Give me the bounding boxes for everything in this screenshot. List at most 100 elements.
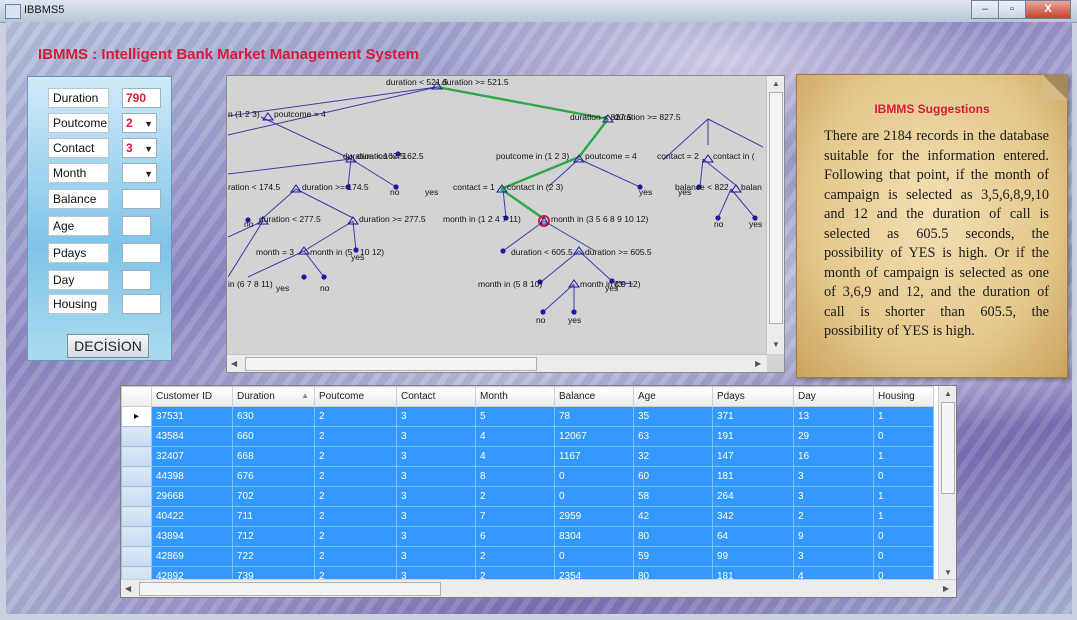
- row-header[interactable]: ▸: [121, 406, 152, 427]
- table-cell[interactable]: 59: [633, 546, 713, 567]
- table-cell[interactable]: 676: [232, 466, 315, 487]
- contact-select[interactable]: 3 ▼: [122, 138, 157, 158]
- table-cell[interactable]: 0: [873, 546, 934, 567]
- scroll-thumb[interactable]: [245, 357, 537, 371]
- grid-horizontal-scrollbar[interactable]: ◀ ▶: [121, 579, 956, 597]
- table-cell[interactable]: 4: [475, 426, 555, 447]
- scroll-down-icon[interactable]: ▼: [772, 340, 780, 349]
- row-header[interactable]: [121, 526, 152, 547]
- table-cell[interactable]: 0: [554, 486, 634, 507]
- scroll-thumb[interactable]: [941, 402, 955, 494]
- table-cell[interactable]: 99: [712, 546, 794, 567]
- table-cell[interactable]: 29: [793, 426, 874, 447]
- month-select[interactable]: ▼: [122, 163, 157, 183]
- table-cell[interactable]: 0: [873, 526, 934, 547]
- table-cell[interactable]: 191: [712, 426, 794, 447]
- column-header[interactable]: Month: [475, 386, 555, 407]
- column-header[interactable]: Balance: [554, 386, 634, 407]
- table-cell[interactable]: 668: [232, 446, 315, 467]
- table-cell[interactable]: 711: [232, 506, 315, 527]
- table-cell[interactable]: 3: [396, 526, 476, 547]
- column-header[interactable]: Duration ▲: [232, 386, 315, 407]
- table-cell[interactable]: 3: [396, 426, 476, 447]
- table-row[interactable]: 42869 722 2 3 2 0 59 99 3 0: [121, 546, 934, 567]
- table-cell[interactable]: 3: [793, 466, 874, 487]
- minimize-button[interactable]: –: [971, 0, 999, 19]
- table-cell[interactable]: 2: [314, 446, 397, 467]
- poutcome-select[interactable]: 2 ▼: [122, 113, 157, 133]
- table-cell[interactable]: 6: [475, 526, 555, 547]
- table-cell[interactable]: 722: [232, 546, 315, 567]
- table-cell[interactable]: 3: [396, 486, 476, 507]
- tree-vertical-scrollbar[interactable]: ▲ ▼: [766, 76, 784, 354]
- table-cell[interactable]: 630: [232, 406, 315, 427]
- table-cell[interactable]: 1167: [554, 446, 634, 467]
- scroll-thumb[interactable]: [769, 92, 783, 324]
- table-cell[interactable]: 1: [873, 506, 934, 527]
- table-cell[interactable]: 35: [633, 406, 713, 427]
- row-header[interactable]: [121, 506, 152, 527]
- table-cell[interactable]: 702: [232, 486, 315, 507]
- table-row[interactable]: 32407 668 2 3 4 1167 32 147 16 1: [121, 446, 934, 467]
- table-cell[interactable]: 181: [712, 466, 794, 487]
- table-row[interactable]: 44398 676 2 3 8 0 60 181 3 0: [121, 466, 934, 487]
- table-cell[interactable]: 3: [793, 546, 874, 567]
- table-cell[interactable]: 64: [712, 526, 794, 547]
- table-cell[interactable]: 147: [712, 446, 794, 467]
- table-cell[interactable]: 2: [314, 526, 397, 547]
- table-cell[interactable]: 0: [873, 466, 934, 487]
- table-cell[interactable]: 13: [793, 406, 874, 427]
- table-cell[interactable]: 29668: [151, 486, 233, 507]
- table-cell[interactable]: 2: [475, 486, 555, 507]
- housing-input[interactable]: [122, 294, 161, 314]
- decision-button[interactable]: DECİSİON: [67, 334, 149, 358]
- table-cell[interactable]: 16: [793, 446, 874, 467]
- table-cell[interactable]: 0: [554, 546, 634, 567]
- table-cell[interactable]: 78: [554, 406, 634, 427]
- table-cell[interactable]: 37531: [151, 406, 233, 427]
- table-cell[interactable]: 371: [712, 406, 794, 427]
- table-cell[interactable]: 3: [396, 546, 476, 567]
- duration-input[interactable]: 790: [122, 88, 161, 108]
- table-cell[interactable]: 0: [873, 426, 934, 447]
- table-row[interactable]: 43584 660 2 3 4 12067 63 191 29 0: [121, 426, 934, 447]
- maximize-button[interactable]: ▫: [998, 0, 1026, 19]
- day-input[interactable]: [122, 270, 151, 290]
- results-grid[interactable]: Customer ID Duration ▲ Poutcome Contact M…: [120, 385, 957, 598]
- tree-horizontal-scrollbar[interactable]: ◀ ▶: [227, 354, 767, 372]
- table-cell[interactable]: 2959: [554, 506, 634, 527]
- row-header[interactable]: [121, 446, 152, 467]
- row-header[interactable]: [121, 466, 152, 487]
- grid-vertical-scrollbar[interactable]: ▲ ▼: [938, 386, 956, 580]
- column-header[interactable]: Day: [793, 386, 874, 407]
- table-cell[interactable]: 3: [396, 406, 476, 427]
- scroll-left-icon[interactable]: ◀: [125, 584, 131, 593]
- scroll-thumb[interactable]: [139, 582, 441, 596]
- table-cell[interactable]: 2: [314, 506, 397, 527]
- table-cell[interactable]: 5: [475, 406, 555, 427]
- table-cell[interactable]: 1: [873, 486, 934, 507]
- table-cell[interactable]: 42869: [151, 546, 233, 567]
- table-cell[interactable]: 80: [633, 526, 713, 547]
- scroll-up-icon[interactable]: ▲: [772, 79, 780, 88]
- table-cell[interactable]: 2: [475, 546, 555, 567]
- column-header[interactable]: Pdays: [712, 386, 794, 407]
- table-cell[interactable]: 2: [314, 426, 397, 447]
- table-row[interactable]: 40422 711 2 3 7 2959 42 342 2 1: [121, 506, 934, 527]
- table-cell[interactable]: 2: [314, 406, 397, 427]
- table-cell[interactable]: 3: [396, 446, 476, 467]
- table-row[interactable]: 43894 712 2 3 6 8304 80 64 9 0: [121, 526, 934, 547]
- balance-input[interactable]: [122, 189, 161, 209]
- table-cell[interactable]: 3: [793, 486, 874, 507]
- table-cell[interactable]: 4: [475, 446, 555, 467]
- scroll-left-icon[interactable]: ◀: [231, 359, 237, 368]
- table-cell[interactable]: 660: [232, 426, 315, 447]
- table-cell[interactable]: 2: [314, 546, 397, 567]
- column-header[interactable]: Contact: [396, 386, 476, 407]
- table-cell[interactable]: 2: [314, 466, 397, 487]
- table-cell[interactable]: 32: [633, 446, 713, 467]
- table-row[interactable]: 29668 702 2 3 2 0 58 264 3 1: [121, 486, 934, 507]
- table-cell[interactable]: 2: [793, 506, 874, 527]
- row-header[interactable]: [121, 546, 152, 567]
- table-cell[interactable]: 8304: [554, 526, 634, 547]
